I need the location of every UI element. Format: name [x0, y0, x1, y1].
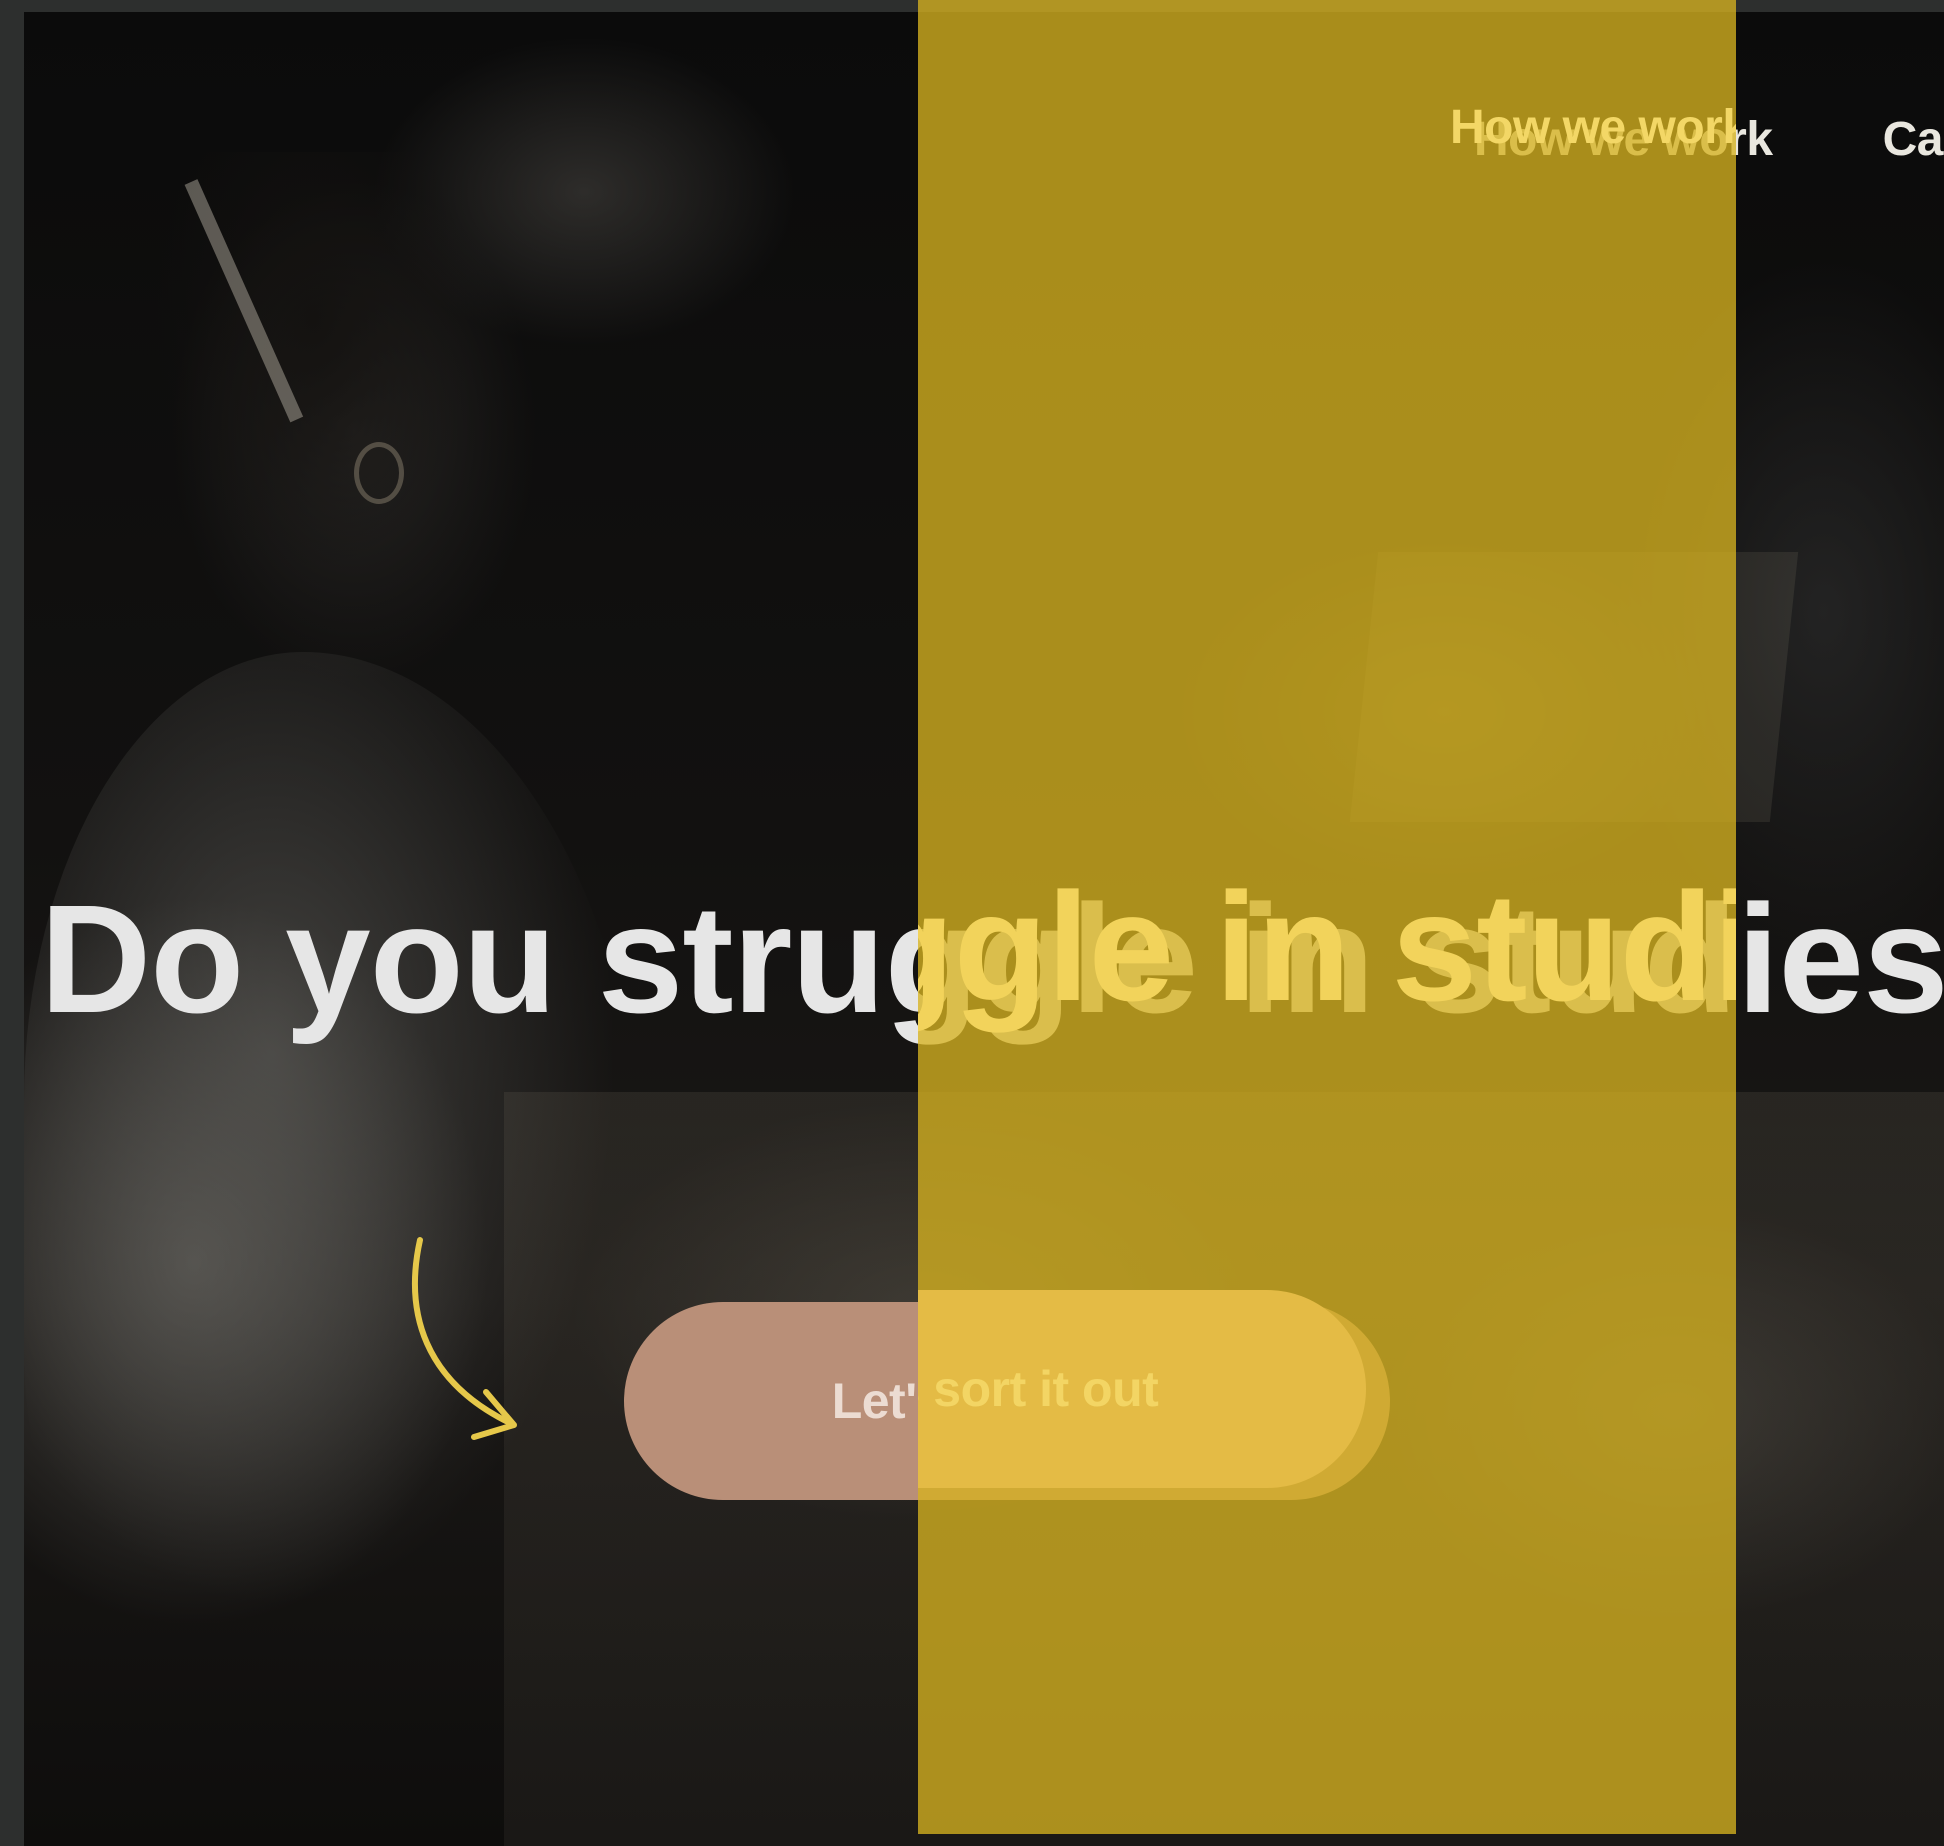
nav-link-how-we-work[interactable]: How we work [1474, 112, 1773, 167]
photo-person-shirt [24, 652, 644, 1652]
nav-link-ca[interactable]: Ca [1883, 112, 1944, 167]
photo-earring [354, 442, 404, 504]
photo-paper [1349, 552, 1799, 822]
lets-sort-it-out-button[interactable]: Let's sort it out [624, 1302, 1390, 1500]
top-navigation: How we work Ca [1474, 112, 1943, 167]
hero-headline: Do you struggle in studies? [40, 873, 1944, 1045]
hero-section: How we work Ca Do you struggle in studie… [24, 12, 1944, 1846]
curved-arrow-icon [412, 1237, 517, 1440]
